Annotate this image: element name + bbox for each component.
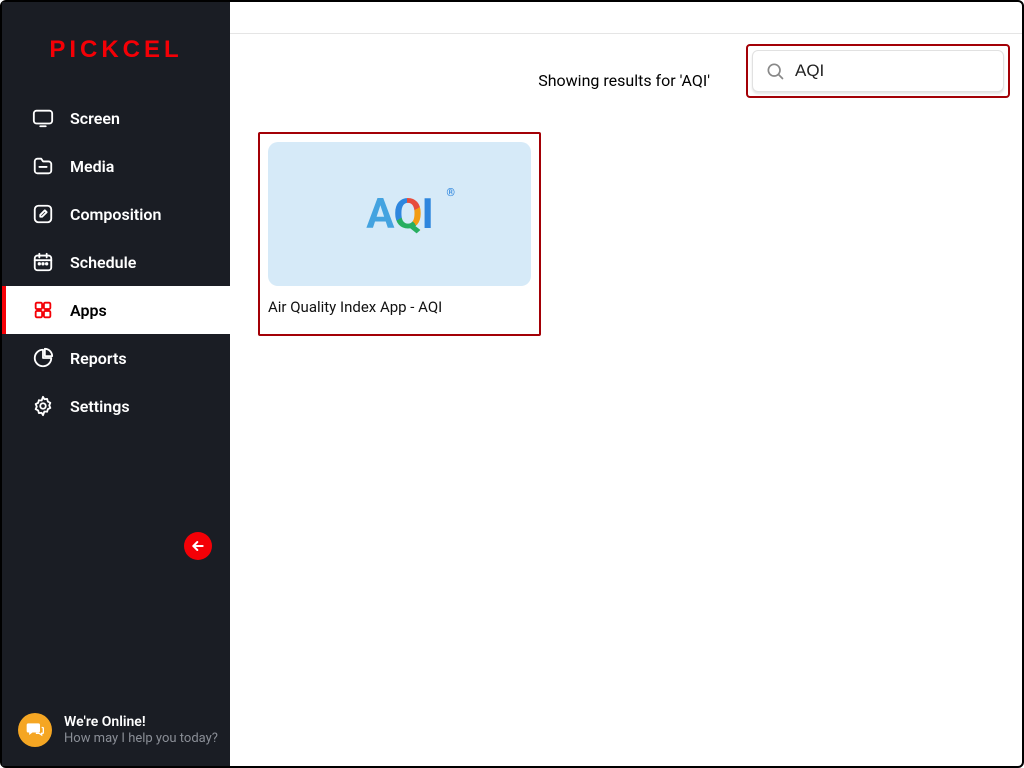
sidebar-item-composition[interactable]: Composition — [2, 190, 230, 238]
chat-status: We're Online! — [64, 713, 218, 731]
app-card[interactable]: AQI ® Air Quality Index App - AQI — [258, 132, 541, 336]
sidebar: PICKCEL Screen Media Composition — [2, 2, 230, 766]
sidebar-item-label: Apps — [70, 301, 107, 320]
sidebar-item-label: Settings — [70, 397, 130, 416]
monitor-icon — [32, 107, 54, 129]
search-icon — [765, 61, 785, 81]
chat-subtitle: How may I help you today? — [64, 731, 218, 748]
sidebar-item-label: Schedule — [70, 253, 136, 272]
top-bar — [230, 2, 1022, 34]
main-content: Showing results for 'AQI' — [230, 2, 1022, 766]
chart-icon — [32, 347, 54, 369]
sidebar-item-settings[interactable]: Settings — [2, 382, 230, 430]
search-box — [752, 50, 1004, 92]
arrow-left-icon — [190, 538, 206, 554]
app-thumbnail: AQI ® — [268, 142, 531, 286]
sidebar-item-schedule[interactable]: Schedule — [2, 238, 230, 286]
folder-icon — [32, 155, 54, 177]
sidebar-item-apps[interactable]: Apps — [2, 286, 230, 334]
results-label: Showing results for 'AQI' — [538, 71, 710, 90]
aqi-logo: AQI — [366, 190, 432, 239]
calendar-icon — [32, 251, 54, 273]
edit-icon — [32, 203, 54, 225]
sidebar-item-screen[interactable]: Screen — [2, 94, 230, 142]
sidebar-item-label: Composition — [70, 205, 161, 224]
registered-mark: ® — [446, 186, 455, 199]
chat-widget[interactable]: We're Online! How may I help you today? — [18, 713, 218, 748]
app-window: PICKCEL Screen Media Composition — [0, 0, 1024, 768]
app-title: Air Quality Index App - AQI — [268, 298, 531, 316]
gear-icon — [32, 395, 54, 417]
results-header: Showing results for 'AQI' — [230, 34, 1022, 98]
chat-icon — [18, 713, 52, 747]
brand-logo: PICKCEL — [2, 2, 230, 94]
sidebar-item-reports[interactable]: Reports — [2, 334, 230, 382]
search-input[interactable] — [795, 61, 1016, 81]
app-grid: AQI ® Air Quality Index App - AQI — [230, 98, 1022, 336]
sidebar-item-media[interactable]: Media — [2, 142, 230, 190]
grid-icon — [32, 299, 54, 321]
search-highlight — [746, 44, 1010, 98]
sidebar-item-label: Media — [70, 157, 114, 176]
sidebar-collapse-button[interactable] — [184, 532, 212, 560]
chat-text: We're Online! How may I help you today? — [64, 713, 218, 748]
sidebar-item-label: Screen — [70, 109, 120, 128]
sidebar-item-label: Reports — [70, 349, 127, 368]
sidebar-nav: Screen Media Composition Schedule — [2, 94, 230, 430]
